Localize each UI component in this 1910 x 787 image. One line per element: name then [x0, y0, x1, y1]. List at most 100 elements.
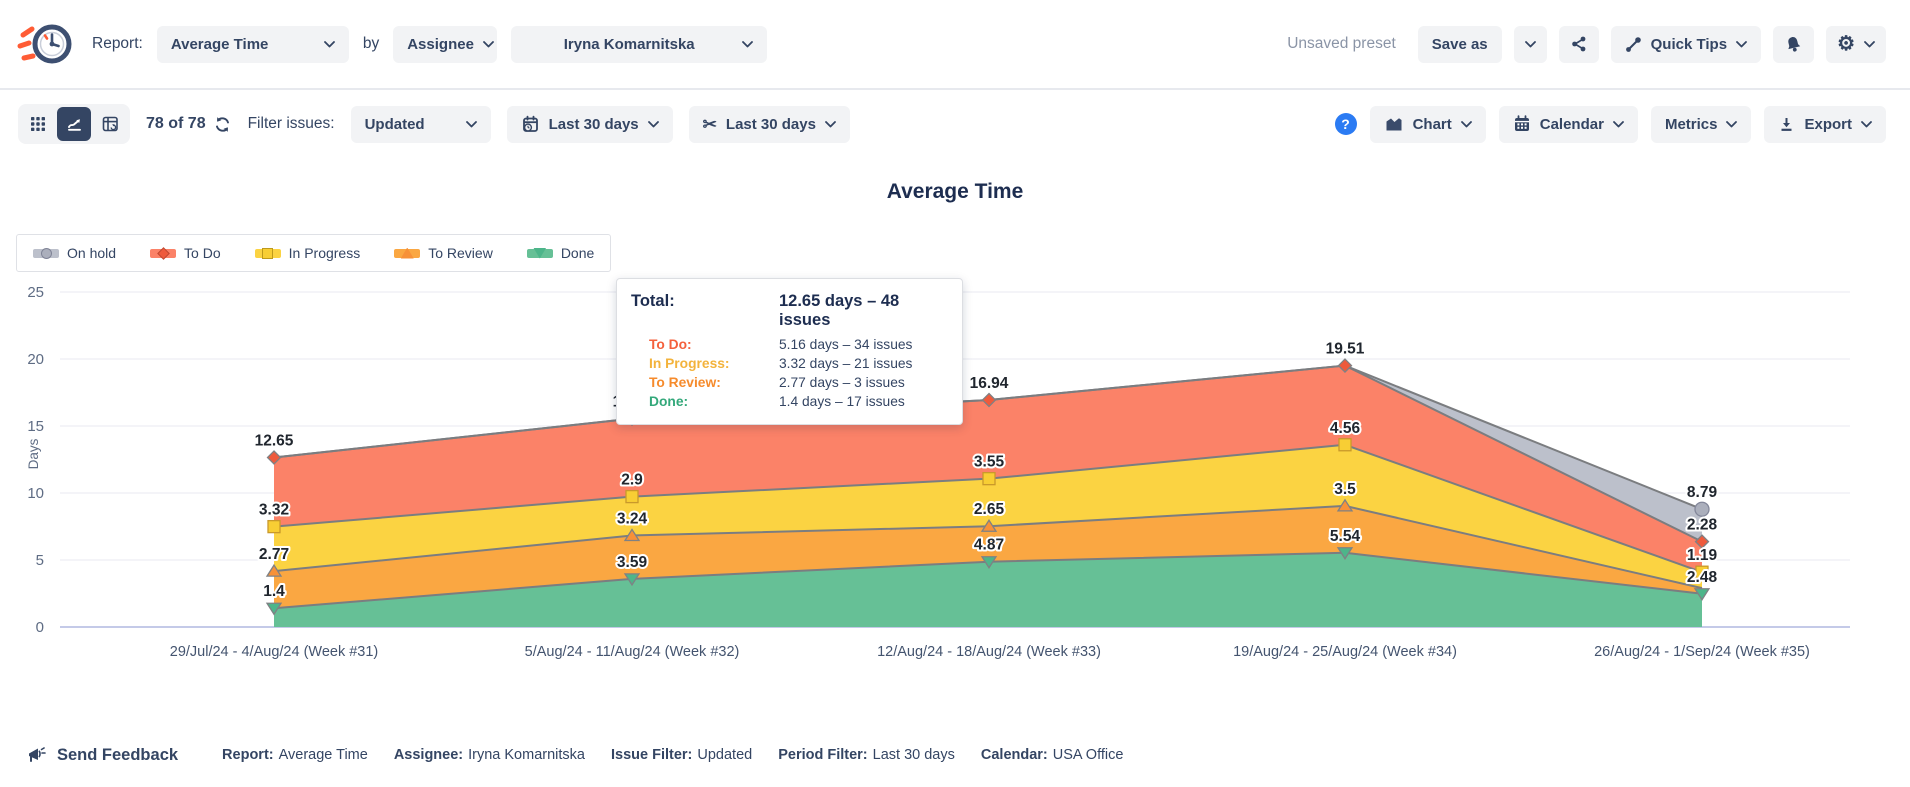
notifications-button[interactable]	[1773, 26, 1814, 63]
y-axis-title: Days	[26, 438, 41, 469]
x-tick-label: 29/Jul/24 - 4/Aug/24 (Week #31)	[94, 644, 454, 660]
point-label: 2.28	[1687, 517, 1718, 534]
x-tick-label: 26/Aug/24 - 1/Sep/24 (Week #35)	[1522, 644, 1882, 660]
x-tick-label: 19/Aug/24 - 25/Aug/24 (Week #34)	[1165, 644, 1525, 660]
save-options-button[interactable]	[1514, 26, 1547, 63]
tooltip-row-value: 3.32 days – 21 issues	[779, 354, 944, 373]
chart-view-button[interactable]	[57, 107, 91, 141]
point-label: 3.5	[1334, 481, 1356, 498]
gear-icon: ⚙	[1837, 34, 1855, 54]
y-tick-label: 5	[36, 552, 44, 569]
trim-period-value: Last 30 days	[726, 116, 816, 133]
legend-item-to-review[interactable]: To Review	[394, 245, 493, 261]
metrics-button[interactable]: Metrics	[1651, 106, 1752, 143]
preset-status: Unsaved preset	[1287, 35, 1396, 53]
tooltip-row-label: In Progress:	[631, 354, 779, 373]
chevron-down-icon	[466, 121, 477, 128]
legend-item-to-do[interactable]: To Do	[150, 245, 221, 261]
assignee-dropdown[interactable]: Iryna Komarnitska	[511, 26, 767, 63]
tooltip-row: To Do: 5.16 days – 34 issues	[631, 335, 944, 354]
issue-filter-dropdown[interactable]: Updated	[351, 106, 491, 143]
point-label: 4.56	[1330, 420, 1361, 437]
legend-label: In Progress	[289, 245, 361, 261]
export-label: Export	[1804, 116, 1852, 133]
legend-label: To Do	[184, 245, 221, 261]
tooltip-total-value: 12.65 days – 48 issues	[779, 292, 944, 330]
legend-item-on-hold[interactable]: On hold	[33, 245, 116, 261]
point-label: 2.48	[1687, 569, 1718, 586]
point-label: 12.65	[255, 432, 294, 449]
legend-item-done[interactable]: Done	[527, 245, 594, 261]
issue-filter-value: Updated	[365, 116, 425, 133]
in-progress-marker[interactable]	[626, 491, 638, 503]
to-review-swatch	[394, 249, 420, 258]
area-chart-icon	[1384, 116, 1404, 133]
scissors-icon: ✂	[703, 116, 717, 133]
chevron-down-icon	[324, 41, 335, 48]
tooltip-row-value: 2.77 days – 3 issues	[779, 373, 944, 392]
group-by-dropdown[interactable]: Assignee	[393, 26, 497, 63]
period-filter-button[interactable]: Last 30 days	[507, 106, 673, 143]
in-progress-marker[interactable]	[1339, 439, 1351, 451]
chevron-down-icon	[742, 41, 753, 48]
summary-period-filter: Period Filter: Last 30 days	[778, 747, 955, 763]
tooltip-row-value: 1.4 days – 17 issues	[779, 392, 944, 411]
help-label: ?	[1341, 116, 1350, 132]
export-button[interactable]: Export	[1764, 106, 1886, 143]
tooltip-row-label: To Review:	[631, 373, 779, 392]
in-progress-marker[interactable]	[268, 521, 280, 533]
save-as-button[interactable]: Save as	[1418, 26, 1502, 63]
send-feedback-label: Send Feedback	[57, 746, 178, 765]
issue-count: 78 of 78	[146, 115, 232, 134]
x-tick-label: 5/Aug/24 - 11/Aug/24 (Week #32)	[452, 644, 812, 660]
chevron-down-icon	[1736, 41, 1747, 48]
tooltip-row: In Progress: 3.32 days – 21 issues	[631, 354, 944, 373]
in-progress-swatch	[255, 249, 281, 258]
group-by-value: Assignee	[407, 36, 474, 53]
point-label: 8.79	[1687, 484, 1718, 501]
chart-type-button[interactable]: Chart	[1370, 106, 1486, 143]
download-icon	[1778, 116, 1795, 133]
send-feedback-button[interactable]: Send Feedback	[26, 745, 178, 765]
tooltip-total-label: Total:	[631, 292, 779, 311]
point-label: 3.59	[617, 554, 648, 571]
tooltip-row-label: Done:	[631, 392, 779, 411]
in-progress-marker[interactable]	[983, 473, 995, 485]
quick-tips-label: Quick Tips	[1651, 36, 1727, 53]
summary-calendar: Calendar: USA Office	[981, 747, 1124, 763]
chevron-down-icon	[1461, 121, 1472, 128]
pivot-table-icon	[102, 116, 119, 133]
footer: Send Feedback Report: Average Time Assig…	[0, 745, 1910, 787]
point-label: 1.19	[1687, 547, 1718, 564]
issue-count-text: 78 of 78	[146, 115, 206, 133]
summary-report: Report: Average Time	[222, 747, 368, 763]
report-type-dropdown[interactable]: Average Time	[157, 26, 349, 63]
chart-type-label: Chart	[1413, 116, 1452, 133]
pivot-view-button[interactable]	[93, 107, 127, 141]
grid-view-button[interactable]	[21, 107, 55, 141]
quick-tips-button[interactable]: Quick Tips	[1611, 26, 1761, 63]
summary-issue-filter: Issue Filter: Updated	[611, 747, 752, 763]
point-label: 16.94	[970, 375, 1009, 392]
top-bar-actions: Unsaved preset Save as	[1287, 26, 1886, 63]
help-button[interactable]: ?	[1335, 113, 1357, 135]
point-label: 4.87	[974, 537, 1004, 554]
legend-item-in-progress[interactable]: In Progress	[255, 245, 361, 261]
point-label: 2.77	[259, 546, 289, 563]
on-hold-marker[interactable]	[1695, 502, 1709, 516]
bell-icon	[1784, 35, 1803, 54]
to-do-swatch	[150, 249, 176, 258]
toolbar-right-actions: ? Chart	[1335, 106, 1886, 143]
settings-button[interactable]: ⚙	[1826, 26, 1886, 63]
point-label: 3.24	[617, 510, 648, 527]
refresh-icon[interactable]	[213, 115, 232, 134]
share-button[interactable]	[1559, 26, 1599, 63]
trim-period-button[interactable]: ✂ Last 30 days	[689, 106, 850, 143]
chart-legend: On hold To Do In Progress To Review Done	[16, 234, 611, 272]
point-label: 19.51	[1326, 341, 1365, 358]
x-tick-label: 12/Aug/24 - 18/Aug/24 (Week #33)	[809, 644, 1169, 660]
summary-assignee: Assignee: Iryna Komarnitska	[394, 747, 585, 763]
report-toolbar: 78 of 78 Filter issues: Updated	[0, 90, 1910, 158]
calendar-button[interactable]: Calendar	[1499, 106, 1638, 143]
calendar-label: Calendar	[1540, 116, 1604, 133]
